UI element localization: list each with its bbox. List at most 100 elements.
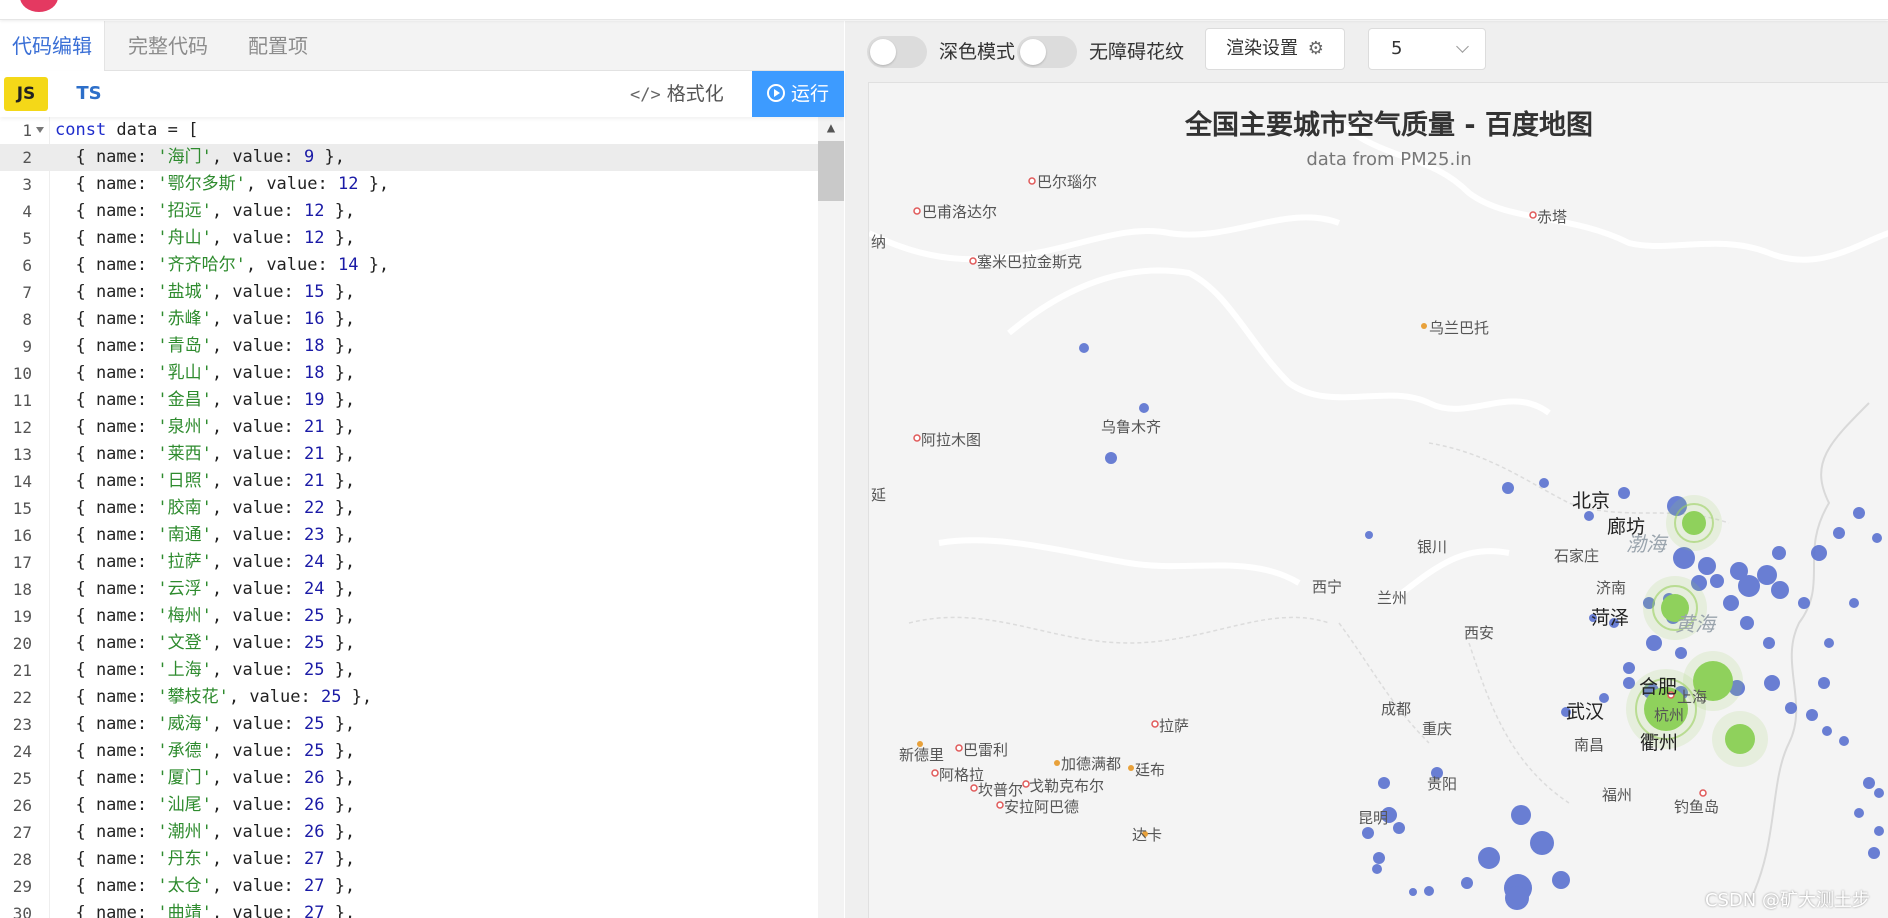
city-label: 北京 <box>1572 490 1611 512</box>
city-name-string: '莱西' <box>157 444 212 464</box>
city-value-number: 21 <box>303 471 325 491</box>
format-button[interactable]: </> 格式化 <box>630 77 724 111</box>
city-label: 石家庄 <box>1554 547 1600 565</box>
app-logo[interactable] <box>20 0 58 12</box>
line-number: 9 <box>22 337 32 356</box>
code-line[interactable]: 1 const data = [ <box>0 117 844 144</box>
run-button[interactable]: 运行 <box>752 71 844 117</box>
code-line[interactable]: 18 { name: '云浮', value: 24 }, <box>0 576 844 603</box>
code-line[interactable]: 12 { name: '泉州', value: 21 }, <box>0 414 844 441</box>
tab-code-edit[interactable]: 代码编辑 <box>0 21 105 72</box>
code-line[interactable]: 11 { name: '金昌', value: 19 }, <box>0 387 844 414</box>
line-number: 13 <box>12 445 32 464</box>
code-lines[interactable]: 1 const data = [2 { name: '海门', value: 9 … <box>0 117 844 918</box>
code-editor[interactable]: 1 const data = [2 { name: '海门', value: 9 … <box>0 117 844 918</box>
toggle-knob <box>870 39 896 65</box>
chevron-down-icon <box>1456 40 1469 53</box>
city-value-number: 26 <box>303 795 325 815</box>
js-toggle[interactable]: JS <box>4 77 48 111</box>
code-line[interactable]: 5 { name: '舟山', value: 12 }, <box>0 225 844 252</box>
line-number: 12 <box>12 418 32 437</box>
dark-mode-toggle[interactable] <box>867 36 927 68</box>
code-text: { name: '梅州', value: 25 }, <box>55 606 356 626</box>
line-number: 25 <box>12 769 32 788</box>
city-value-number: 25 <box>303 741 325 761</box>
code-text: { name: '鄂尔多斯', value: 12 }, <box>55 174 390 194</box>
code-line[interactable]: 8 { name: '赤峰', value: 16 }, <box>0 306 844 333</box>
a11y-pattern-toggle[interactable] <box>1017 36 1077 68</box>
city-value-number: 25 <box>320 687 342 707</box>
code-line[interactable]: 27 { name: '潮州', value: 26 }, <box>0 819 844 846</box>
code-line[interactable]: 10 { name: '乳山', value: 18 }, <box>0 360 844 387</box>
city-name-string: '泉州' <box>157 417 212 437</box>
code-line[interactable]: 22 { name: '攀枝花', value: 25 }, <box>0 684 844 711</box>
code-line[interactable]: 3 { name: '鄂尔多斯', value: 12 }, <box>0 171 844 198</box>
code-line[interactable]: 7 { name: '盐城', value: 15 }, <box>0 279 844 306</box>
ts-toggle[interactable]: TS <box>62 77 116 111</box>
city-value-number: 25 <box>303 660 325 680</box>
code-line[interactable]: 17 { name: '拉萨', value: 24 }, <box>0 549 844 576</box>
code-line[interactable]: 6 { name: '齐齐哈尔', value: 14 }, <box>0 252 844 279</box>
city-label: 兰州 <box>1377 589 1408 607</box>
code-line[interactable]: 14 { name: '日照', value: 21 }, <box>0 468 844 495</box>
code-line[interactable]: 25 { name: '厦门', value: 26 }, <box>0 765 844 792</box>
city-label: 安拉阿巴德 <box>1004 798 1080 816</box>
map-chart[interactable]: 全国主要城市空气质量 - 百度地图 data from PM25.in 巴尔瑙尔… <box>868 82 1888 918</box>
tab-full-code[interactable]: 完整代码 <box>116 21 220 71</box>
code-line[interactable]: 21 { name: '上海', value: 25 }, <box>0 657 844 684</box>
code-line[interactable]: 2 { name: '海门', value: 9 }, <box>0 144 844 171</box>
city-value-number: 26 <box>303 768 325 788</box>
line-number: 5 <box>22 229 32 248</box>
city-value-number: 25 <box>303 714 325 734</box>
code-line[interactable]: 4 { name: '招远', value: 12 }, <box>0 198 844 225</box>
render-settings-button[interactable]: 渲染设置 ⚙ <box>1205 28 1345 70</box>
code-text: { name: '乳山', value: 18 }, <box>55 363 356 383</box>
line-number: 6 <box>22 256 32 275</box>
code-line[interactable]: 16 { name: '南通', value: 23 }, <box>0 522 844 549</box>
city-label: 巴甫洛达尔 <box>922 203 998 221</box>
city-label: 杭州 <box>1654 706 1685 724</box>
city-label: 济南 <box>1596 579 1627 597</box>
code-line[interactable]: 20 { name: '文登', value: 25 }, <box>0 630 844 657</box>
code-line[interactable]: 23 { name: '威海', value: 25 }, <box>0 711 844 738</box>
city-value-number: 27 <box>303 876 325 896</box>
scrollbar-thumb[interactable] <box>818 141 844 201</box>
city-name-string: '南通' <box>157 525 212 545</box>
line-number: 27 <box>12 823 32 842</box>
line-number: 20 <box>12 634 32 653</box>
sea-label: 黄海 <box>1675 612 1715 636</box>
code-icon: </> <box>630 85 661 105</box>
code-line[interactable]: 15 { name: '胶南', value: 22 }, <box>0 495 844 522</box>
code-line[interactable]: 9 { name: '青岛', value: 18 }, <box>0 333 844 360</box>
city-label: 衢州 <box>1640 732 1679 754</box>
scrollbar-track[interactable] <box>818 117 844 918</box>
city-label: 昆明 <box>1358 809 1389 827</box>
city-value-number: 18 <box>303 336 325 356</box>
line-number: 28 <box>12 850 32 869</box>
code-text: { name: '舟山', value: 12 }, <box>55 228 356 248</box>
city-value-number: 27 <box>303 849 325 869</box>
city-name-string: '招远' <box>157 201 212 221</box>
city-name-string: '乳山' <box>157 363 212 383</box>
city-value-number: 23 <box>303 525 325 545</box>
code-line[interactable]: 13 { name: '莱西', value: 21 }, <box>0 441 844 468</box>
a11y-pattern-label: 无障碍花纹 <box>1089 41 1185 63</box>
city-label: 西安 <box>1464 624 1495 642</box>
line-number: 2 <box>22 148 32 167</box>
tab-config[interactable]: 配置项 <box>236 21 320 71</box>
code-line[interactable]: 28 { name: '丹东', value: 27 }, <box>0 846 844 873</box>
city-name-string: '威海' <box>157 714 212 734</box>
code-line[interactable]: 29 { name: '太仓', value: 27 }, <box>0 873 844 900</box>
code-line[interactable]: 24 { name: '承德', value: 25 }, <box>0 738 844 765</box>
code-line[interactable]: 30 { name: '曲靖', value: 27 }, <box>0 900 844 918</box>
code-line[interactable]: 19 { name: '梅州', value: 25 }, <box>0 603 844 630</box>
code-text: { name: '云浮', value: 24 }, <box>55 579 356 599</box>
city-label: 合肥 <box>1639 676 1678 698</box>
fold-arrow-icon[interactable] <box>36 127 44 133</box>
code-text: { name: '金昌', value: 19 }, <box>55 390 356 410</box>
code-line[interactable]: 26 { name: '汕尾', value: 26 }, <box>0 792 844 819</box>
line-number: 1 <box>22 121 32 140</box>
city-name-string: '海门' <box>157 147 212 167</box>
scroll-up-icon[interactable]: ▲ <box>818 117 844 139</box>
renderer-select[interactable]: 5 <box>1368 28 1486 70</box>
